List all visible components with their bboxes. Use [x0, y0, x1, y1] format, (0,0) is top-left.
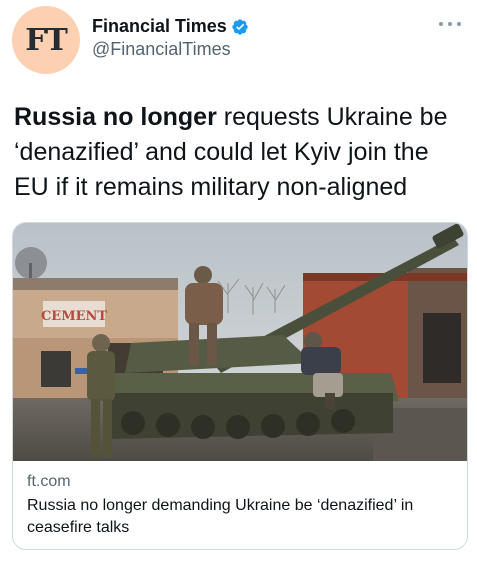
link-card-domain: ft.com	[27, 473, 71, 490]
article-image: CEMENT	[13, 223, 467, 461]
link-card-title[interactable]: Russia no longer demanding Ukraine be ‘d…	[27, 495, 457, 539]
dot	[448, 22, 452, 26]
display-name-text: Financial Times	[92, 16, 227, 36]
account-names: Financial Times @FinancialTimes	[92, 16, 249, 60]
tweet-header: FT Financial Times @FinancialTimes	[12, 6, 465, 76]
tweet-text-bold: Russia no longer	[14, 103, 217, 131]
more-options-icon[interactable]	[439, 16, 461, 32]
avatar-logo-text: FT	[25, 22, 68, 58]
verified-badge-icon	[232, 18, 248, 35]
display-name[interactable]: Financial Times	[92, 16, 249, 37]
account-handle[interactable]: @FinancialTimes	[92, 39, 249, 60]
avatar[interactable]: FT	[12, 6, 80, 74]
link-card[interactable]: CEMENT ft.com Russia no longer demanding…	[12, 222, 468, 550]
building-sign-text: CEMENT	[41, 309, 107, 324]
link-card-meta: ft.com Russia no longer demanding Ukrain…	[27, 473, 457, 539]
dot	[457, 22, 461, 26]
dot	[439, 22, 443, 26]
tweet-text: Russia no longer requests Ukraine be ‘de…	[14, 100, 469, 205]
